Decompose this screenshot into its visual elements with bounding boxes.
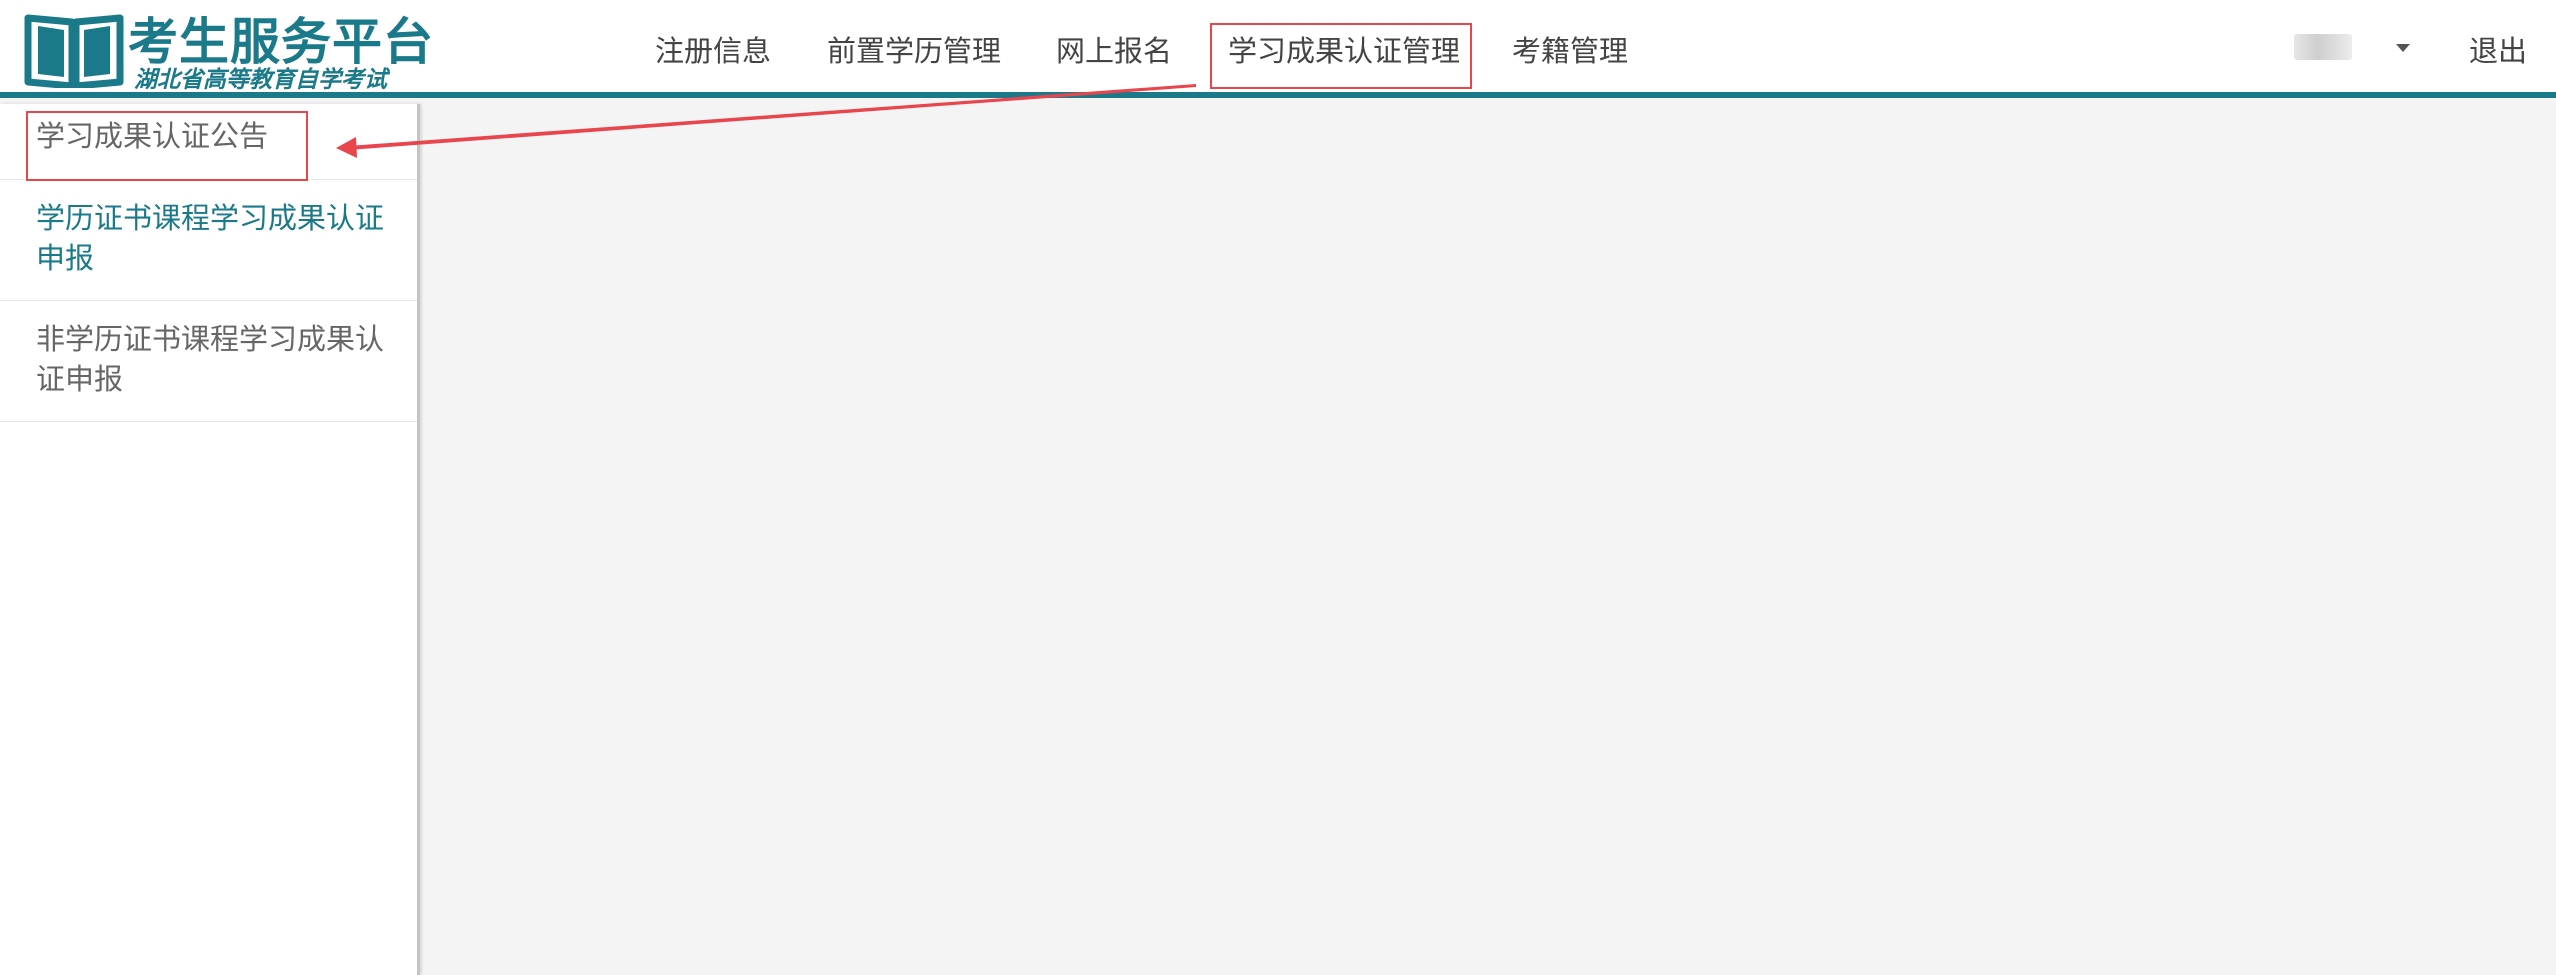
logout-link[interactable]: 退出	[2469, 28, 2527, 70]
sidebar-item-announcement[interactable]: 学习成果认证公告	[0, 104, 417, 181]
sidebar-item-degree-course-declaration[interactable]: 学历证书课程学习成果认证申报	[0, 180, 417, 301]
sidebar-item-label: 非学历证书课程学习成果认证申报	[36, 322, 385, 396]
sidebar-item-label: 学习成果认证公告	[36, 119, 269, 153]
logo-subtitle: 湖北省高等教育自学考试	[134, 67, 387, 93]
caret-down-icon	[2396, 44, 2410, 52]
main-content-area	[423, 104, 2556, 975]
nav-online-registration[interactable]: 网上报名	[1056, 28, 1172, 70]
top-header: 考生服务平台 湖北省高等教育自学考试 注册信息 前置学历管理 网上报名 学习成果…	[0, 0, 2556, 98]
sidebar-item-non-degree-course-declaration[interactable]: 非学历证书课程学习成果认证申报	[0, 301, 417, 422]
nav-learning-achievement[interactable]: 学习成果认证管理	[1228, 28, 1460, 70]
nav-student-records[interactable]: 考籍管理	[1512, 28, 1628, 70]
sidebar: 学习成果认证公告 学历证书课程学习成果认证申报 非学历证书课程学习成果认证申报	[0, 104, 420, 975]
nav-registration-info[interactable]: 注册信息	[655, 28, 771, 70]
site-logo[interactable]: 考生服务平台 湖北省高等教育自学考试	[24, 6, 433, 93]
nav-prior-education[interactable]: 前置学历管理	[827, 28, 1001, 70]
user-menu[interactable]	[2294, 30, 2410, 64]
username-blurred	[2294, 34, 2352, 60]
sidebar-item-label: 学历证书课程学习成果认证申报	[36, 201, 385, 275]
open-book-icon	[24, 14, 124, 88]
